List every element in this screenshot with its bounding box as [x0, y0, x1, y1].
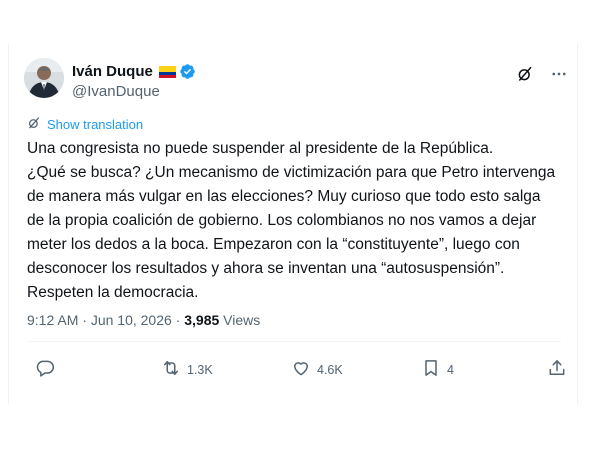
- bookmark-button[interactable]: 4: [421, 358, 454, 381]
- tweet-time[interactable]: 9:12 AM: [27, 312, 78, 328]
- author-handle[interactable]: @IvanDuque: [72, 83, 196, 100]
- verified-badge-icon[interactable]: [179, 63, 196, 80]
- grok-icon[interactable]: [515, 64, 535, 84]
- reply-button[interactable]: [35, 358, 55, 381]
- retweet-icon: [161, 358, 181, 381]
- meta-separator: ·: [78, 312, 91, 328]
- share-icon: [547, 358, 567, 381]
- tweet-meta: 9:12 AM · Jun 10, 2026 · 3,985 Views: [27, 312, 260, 328]
- views-label: Views: [219, 312, 261, 328]
- show-translation-label: Show translation: [47, 117, 144, 132]
- divider: [27, 341, 561, 342]
- tweet-header: Iván Duque @IvanDuque: [24, 54, 569, 106]
- tweet-card: Iván Duque @IvanDuque Show translation U…: [8, 44, 578, 404]
- show-translation-link[interactable]: Show translation: [27, 116, 143, 133]
- meta-separator: ·: [171, 312, 185, 328]
- retweet-button[interactable]: 1.3K: [161, 358, 213, 381]
- more-icon[interactable]: [549, 64, 569, 84]
- views-count: 3,985: [184, 312, 220, 328]
- bookmark-count: 4: [447, 362, 454, 377]
- display-name[interactable]: Iván Duque: [72, 63, 153, 80]
- avatar[interactable]: [24, 58, 64, 98]
- share-button[interactable]: [547, 358, 567, 381]
- action-bar: 1.3K 4.6K 4: [27, 358, 565, 382]
- tweet-date[interactable]: Jun 10, 2026: [91, 312, 172, 328]
- retweet-count: 1.3K: [187, 362, 213, 377]
- author-names: Iván Duque @IvanDuque: [72, 61, 196, 100]
- like-count: 4.6K: [317, 362, 343, 377]
- like-icon: [291, 358, 311, 381]
- bookmark-icon: [421, 358, 441, 381]
- colombia-flag-icon: [158, 65, 176, 78]
- tweet-text: Una congresista no puede suspender al pr…: [27, 140, 556, 301]
- like-button[interactable]: 4.6K: [291, 358, 343, 381]
- translate-icon: [27, 116, 47, 133]
- reply-icon: [35, 358, 55, 381]
- header-actions: [515, 64, 569, 84]
